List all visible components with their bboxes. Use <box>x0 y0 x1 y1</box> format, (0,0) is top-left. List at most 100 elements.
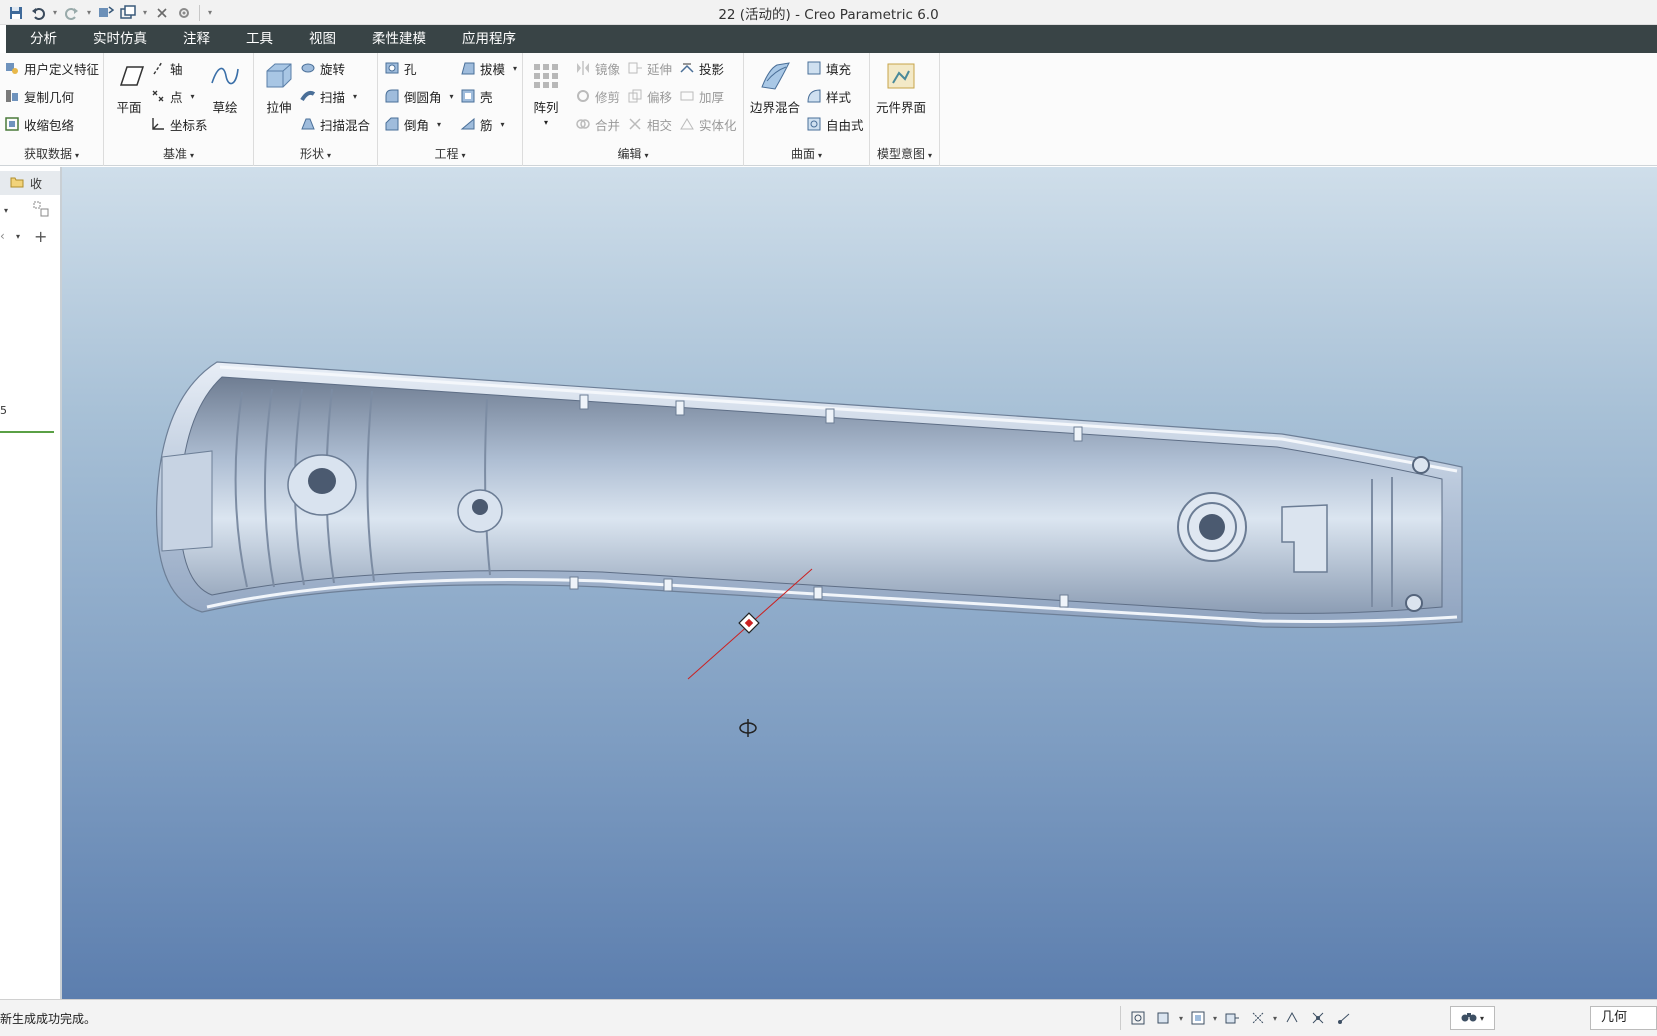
mirror-button[interactable]: 镜像 <box>575 57 620 79</box>
copy-geometry-button[interactable]: 复制几何 <box>4 85 74 107</box>
draft-button[interactable]: 拔模 ▾ <box>460 57 517 79</box>
revolve-label: 旋转 <box>320 61 346 77</box>
saved-orientation-icon[interactable] <box>1187 1007 1209 1029</box>
component-interface-button[interactable]: 元件界面 <box>876 59 926 116</box>
view-manager-icon[interactable] <box>1221 1007 1243 1029</box>
add-icon[interactable]: + <box>34 227 47 246</box>
sweep-button[interactable]: 扫描 ▾ <box>300 85 357 107</box>
tab-tools[interactable]: 工具 <box>228 25 291 53</box>
group-engineering: 孔 倒圆角 ▾ 倒角 ▾ 拔模 ▾ 壳 筋 ▾ 工程 ▾ <box>378 53 523 166</box>
graphics-viewport[interactable] <box>62 167 1657 999</box>
group-surfaces-label[interactable]: 曲面 ▾ <box>744 145 869 162</box>
axis-button[interactable]: 轴 <box>150 57 183 79</box>
trim-button[interactable]: 修剪 <box>575 85 620 107</box>
intersect-button[interactable]: 相交 <box>627 113 672 135</box>
extrude-label: 拉伸 <box>266 100 292 115</box>
chevron-down-icon[interactable]: ▾ <box>1213 1014 1217 1023</box>
group-editing-label[interactable]: 编辑 ▾ <box>523 145 743 162</box>
group-engineering-label[interactable]: 工程 ▾ <box>378 145 522 162</box>
revolve-button[interactable]: 旋转 <box>300 57 345 79</box>
round-icon <box>384 88 400 104</box>
merge-button[interactable]: 合并 <box>575 113 620 135</box>
group-model-intent: 元件界面 模型意图 ▾ <box>870 53 940 166</box>
tab-live-simulation[interactable]: 实时仿真 <box>75 25 165 53</box>
thicken-icon <box>679 88 695 104</box>
csys-button[interactable]: 坐标系 <box>150 113 208 135</box>
component-interface-icon <box>884 59 918 93</box>
fill-label: 填充 <box>826 61 852 77</box>
rib-label: 筋 <box>480 117 493 133</box>
copy-geometry-icon <box>4 88 20 104</box>
chamfer-button[interactable]: 倒角 ▾ <box>384 113 441 135</box>
pattern-button[interactable]: 阵列 ▾ <box>529 59 563 127</box>
group-get-data-label[interactable]: 获取数据 ▾ <box>0 145 103 162</box>
style-button[interactable]: 样式 <box>806 85 851 107</box>
swept-blend-icon <box>300 116 316 132</box>
project-button[interactable]: 投影 <box>679 57 724 79</box>
binoculars-icon <box>1461 1009 1477 1027</box>
axis-label: 轴 <box>170 61 183 77</box>
hole-icon <box>384 60 400 76</box>
tab-flexible-modeling[interactable]: 柔性建模 <box>354 25 444 53</box>
style-icon <box>806 88 822 104</box>
shrinkwrap-button[interactable]: 收缩包络 <box>4 113 74 135</box>
tab-analysis[interactable]: 分析 <box>6 25 75 53</box>
datum-display-icon[interactable] <box>1247 1007 1269 1029</box>
find-button[interactable]: ▾ <box>1450 1006 1495 1030</box>
mirror-label: 镜像 <box>595 61 621 77</box>
style-label: 样式 <box>826 89 852 105</box>
extrude-button[interactable]: 拉伸 <box>262 59 296 116</box>
rotate-cursor-icon <box>739 719 757 737</box>
tab-annotate[interactable]: 注释 <box>165 25 228 53</box>
project-label: 投影 <box>699 61 725 77</box>
sketch-button[interactable]: 草绘 <box>208 59 242 116</box>
extend-button[interactable]: 延伸 <box>627 57 672 79</box>
fill-button[interactable]: 填充 <box>806 57 851 79</box>
group-shapes-label[interactable]: 形状 ▾ <box>254 145 377 162</box>
shell-button[interactable]: 壳 <box>460 85 493 107</box>
chevron-down-icon[interactable]: ▾ <box>1273 1014 1277 1023</box>
boundary-blend-button[interactable]: 边界混合 <box>750 59 800 116</box>
chevron-down-icon[interactable]: ▾ <box>4 206 14 215</box>
chamfer-icon <box>384 116 400 132</box>
display-style-icon[interactable] <box>1153 1007 1175 1029</box>
fill-icon <box>806 60 822 76</box>
solidify-button[interactable]: 实体化 <box>679 113 737 135</box>
offset-button[interactable]: 偏移 <box>627 85 672 107</box>
zoom-fit-icon[interactable] <box>1127 1007 1149 1029</box>
round-button[interactable]: 倒圆角 ▾ <box>384 85 454 107</box>
boundary-blend-label: 边界混合 <box>750 100 801 115</box>
group-shapes: 拉伸 旋转 扫描 ▾ 扫描混合 形状 ▾ <box>254 53 378 166</box>
plane-button[interactable]: 平面 <box>112 59 146 116</box>
model-graphic <box>155 361 1463 737</box>
rib-button[interactable]: 筋 ▾ <box>460 113 505 135</box>
udf-button[interactable]: 用户定义特征 <box>4 57 99 79</box>
group-model-intent-label[interactable]: 模型意图 ▾ <box>870 145 939 162</box>
tab-view[interactable]: 视图 <box>291 25 354 53</box>
tree-filter-icon[interactable] <box>32 200 50 221</box>
spin-center-icon[interactable] <box>1307 1007 1329 1029</box>
annotation-display-icon[interactable] <box>1281 1007 1303 1029</box>
swept-blend-button[interactable]: 扫描混合 <box>300 113 370 135</box>
selection-filter-dropdown[interactable]: 几何 <box>1590 1006 1657 1030</box>
chevron-down-icon[interactable]: ▾ <box>1179 1014 1183 1023</box>
insert-marker[interactable] <box>0 431 54 433</box>
group-model-intent-title: 模型意图 <box>876 147 925 161</box>
chevron-down-icon: ▾ <box>461 151 466 160</box>
favorites-tab[interactable]: 收 <box>0 171 60 195</box>
thicken-button[interactable]: 加厚 <box>679 85 724 107</box>
point-display-icon[interactable] <box>1333 1007 1355 1029</box>
sweep-label: 扫描 <box>320 89 346 105</box>
chevron-down-icon[interactable]: ▾ <box>16 232 20 241</box>
group-datum-label[interactable]: 基准 ▾ <box>104 145 253 162</box>
freestyle-button[interactable]: 自由式 <box>806 113 864 135</box>
group-surfaces: 边界混合 填充 样式 自由式 曲面 ▾ <box>744 53 870 166</box>
group-shapes-title: 形状 <box>299 147 324 161</box>
tab-applications[interactable]: 应用程序 <box>444 25 534 53</box>
point-button[interactable]: 点 ▾ <box>150 85 195 107</box>
group-get-data-title: 获取数据 <box>23 147 72 161</box>
chevron-down-icon: ▾ <box>190 151 195 160</box>
chevron-left-icon[interactable]: ‹ <box>0 229 10 243</box>
chevron-down-icon: ▾ <box>513 63 518 73</box>
hole-button[interactable]: 孔 <box>384 57 417 79</box>
